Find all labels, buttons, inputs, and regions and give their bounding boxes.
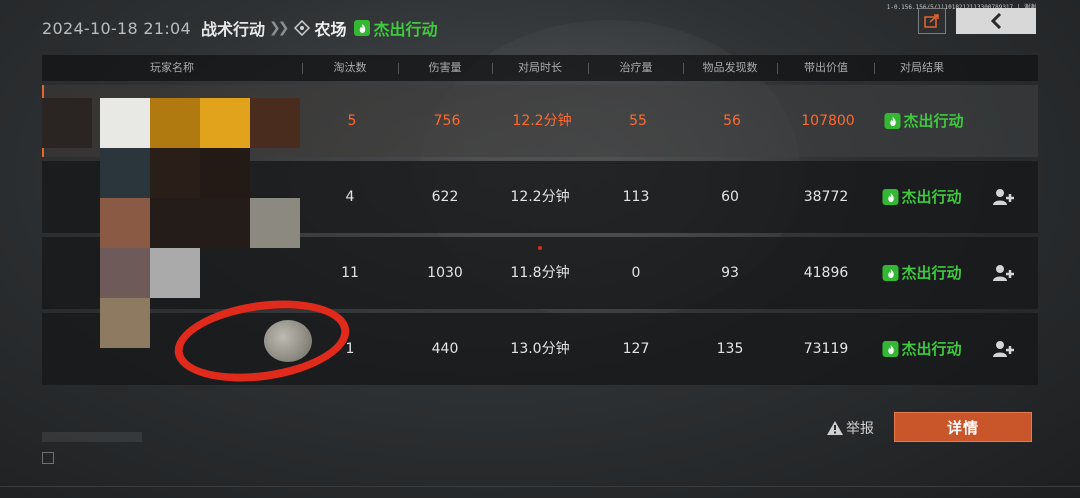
- match-mode: 战术行动: [200, 20, 265, 39]
- result-label: 杰出行动: [903, 112, 964, 130]
- flame-icon: [882, 265, 899, 281]
- damage-cell: 622: [431, 189, 459, 205]
- healing-cell: 0: [631, 265, 641, 281]
- damage-cell: 1030: [427, 265, 463, 281]
- result-cell: 杰出行动: [882, 313, 962, 385]
- mosaic-block: [100, 298, 150, 348]
- mosaic-block: [100, 148, 150, 198]
- result-cell: 杰出行动: [882, 237, 962, 309]
- report-label: 举报: [846, 421, 874, 437]
- flame-icon: [882, 341, 899, 357]
- back-arrow-icon: [990, 13, 1002, 29]
- map-name: 农场: [314, 20, 347, 39]
- result-cell: 杰出行动: [882, 161, 962, 233]
- chevron-double-icon: ❯❯: [269, 20, 290, 36]
- items-cell: 135: [716, 341, 744, 357]
- mosaic-block: [100, 98, 150, 148]
- details-button[interactable]: 详情: [894, 412, 1032, 442]
- faint-ui-bar: [42, 432, 142, 442]
- items-cell: 56: [723, 113, 741, 129]
- header-divider: [398, 63, 399, 74]
- result-label: 杰出行动: [901, 340, 962, 358]
- healing-cell: 127: [622, 341, 650, 357]
- map-diamond-icon: [294, 20, 311, 36]
- mosaic-block: [200, 148, 250, 198]
- mosaic-block: [250, 198, 300, 248]
- red-dot-annotation: [538, 246, 542, 250]
- add-friend-button[interactable]: [992, 187, 1014, 207]
- share-button[interactable]: [918, 8, 946, 34]
- col-extract-value: 带出价值: [804, 61, 848, 74]
- mosaic-block: [150, 148, 200, 198]
- header-divider: [874, 63, 875, 74]
- header-divider: [302, 63, 303, 74]
- header-divider: [492, 63, 493, 74]
- mosaic-block: [42, 98, 92, 148]
- duration-cell: 12.2分钟: [510, 189, 570, 205]
- flame-icon: [882, 189, 899, 205]
- mosaic-block: [150, 248, 200, 298]
- match-status-badge: 杰出行动: [354, 16, 438, 40]
- bottom-divider: [0, 486, 1080, 487]
- col-damage: 伤害量: [428, 61, 462, 74]
- col-healing: 治疗量: [619, 61, 653, 74]
- add-friend-icon: [993, 265, 1014, 281]
- healing-cell: 113: [622, 189, 650, 205]
- flame-icon: [884, 113, 901, 129]
- damage-cell: 440: [431, 341, 459, 357]
- col-result: 对局结果: [900, 61, 944, 74]
- report-button[interactable]: 举报: [826, 418, 874, 438]
- result-label: 杰出行动: [901, 188, 962, 206]
- damage-cell: 756: [433, 113, 461, 129]
- result-label: 杰出行动: [901, 264, 962, 282]
- kills-cell: 11: [341, 265, 359, 281]
- match-status-label: 杰出行动: [373, 20, 438, 39]
- healing-cell: 55: [629, 113, 647, 129]
- mosaic-block: [150, 98, 200, 148]
- match-header: 2024-10-18 21:04 战术行动 ❯❯ 农场 杰出行动: [42, 14, 438, 42]
- result-cell: 杰出行动: [884, 85, 964, 157]
- add-friend-button[interactable]: [992, 263, 1014, 283]
- value-cell: 41896: [803, 265, 849, 281]
- mosaic-block: [200, 198, 250, 248]
- header-divider: [777, 63, 778, 74]
- col-duration: 对局时长: [518, 61, 562, 74]
- duration-cell: 13.0分钟: [510, 341, 570, 357]
- kills-cell: 4: [345, 189, 355, 205]
- header-divider: [683, 63, 684, 74]
- add-friend-icon: [993, 189, 1014, 205]
- add-friend-button[interactable]: [992, 339, 1014, 359]
- value-cell: 107800: [801, 113, 855, 129]
- warning-icon: [827, 421, 843, 435]
- items-cell: 93: [721, 265, 739, 281]
- mosaic-block: [200, 98, 250, 148]
- mosaic-block: [150, 198, 200, 248]
- col-player-name: 玩家名称: [150, 61, 194, 74]
- kills-cell: 5: [347, 113, 357, 129]
- col-items-found: 物品发现数: [702, 61, 758, 74]
- share-icon: [924, 14, 939, 28]
- match-datetime: 2024-10-18 21:04: [42, 18, 191, 38]
- header-divider: [588, 63, 589, 74]
- value-cell: 73119: [803, 341, 849, 357]
- table-header: 玩家名称 淘汰数 伤害量 对局时长 治疗量 物品发现数 带出价值 对局结果: [42, 55, 1038, 81]
- value-cell: 38772: [803, 189, 849, 205]
- mosaic-block: [250, 98, 300, 148]
- duration-cell: 12.2分钟: [512, 113, 572, 129]
- items-cell: 60: [721, 189, 739, 205]
- mosaic-block: [100, 248, 150, 298]
- flame-icon: [354, 20, 371, 36]
- exit-icon: [42, 452, 54, 464]
- mosaic-block: [100, 198, 150, 248]
- add-friend-icon: [993, 341, 1014, 357]
- back-button[interactable]: [956, 8, 1036, 34]
- col-kills: 淘汰数: [333, 61, 367, 74]
